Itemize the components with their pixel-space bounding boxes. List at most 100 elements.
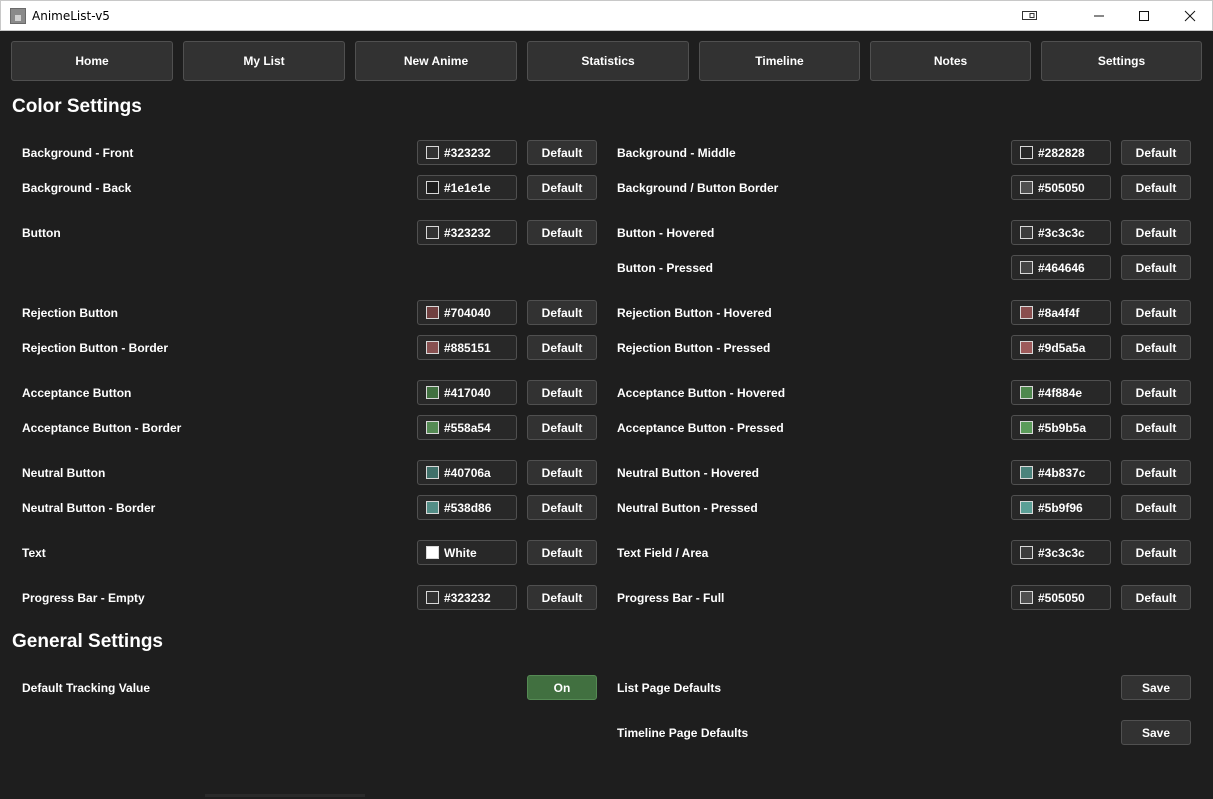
background-button-border-swatch [1020, 181, 1033, 194]
neutral-button-pressed-color-picker[interactable]: #5b9f96 [1011, 495, 1111, 520]
rejection-button-pressed-color-picker[interactable]: #9d5a5a [1011, 335, 1111, 360]
tracking-toggle-button[interactable]: On [527, 675, 597, 700]
acceptance-button-border-default-button[interactable]: Default [527, 415, 597, 440]
button-default-button[interactable]: Default [527, 220, 597, 245]
acceptance-button-hovered-default-button[interactable]: Default [1121, 380, 1191, 405]
text-default-button[interactable]: Default [527, 540, 597, 565]
background-front-label: Background - Front [22, 146, 134, 160]
general-settings-title: General Settings [12, 631, 163, 652]
rejection-button-hovered-swatch [1020, 306, 1033, 319]
acceptance-button-pressed-color-picker[interactable]: #5b9b5a [1011, 415, 1111, 440]
neutral-button-border-label: Neutral Button - Border [22, 501, 156, 515]
neutral-button-pressed-swatch [1020, 501, 1033, 514]
rejection-button-border-label: Rejection Button - Border [22, 341, 168, 355]
neutral-button-hovered-default-button[interactable]: Default [1121, 460, 1191, 485]
acceptance-button-border-label: Acceptance Button - Border [22, 421, 182, 435]
background-front-color-picker[interactable]: #323232 [417, 140, 517, 165]
neutral-button-border-swatch [426, 501, 439, 514]
acceptance-button-default-button[interactable]: Default [527, 380, 597, 405]
button-swatch [426, 226, 439, 239]
acceptance-button-pressed-value: #5b9b5a [1038, 420, 1087, 435]
text-field-area-label: Text Field / Area [617, 546, 709, 560]
background-back-default-button[interactable]: Default [527, 175, 597, 200]
acceptance-button-swatch [426, 386, 439, 399]
button-hovered-value: #3c3c3c [1038, 225, 1085, 240]
rejection-button-hovered-default-button[interactable]: Default [1121, 300, 1191, 325]
progress-bar-full-color-picker[interactable]: #505050 [1011, 585, 1111, 610]
maximize-button[interactable] [1121, 1, 1167, 31]
acceptance-button-pressed-swatch [1020, 421, 1033, 434]
rejection-button-border-color-picker[interactable]: #885151 [417, 335, 517, 360]
button-hovered-label: Button - Hovered [617, 226, 715, 240]
tracking-label: Default Tracking Value [22, 681, 151, 695]
button-value: #323232 [444, 225, 491, 240]
nav-notes-button[interactable]: Notes [870, 41, 1031, 81]
button-pressed-swatch [1020, 261, 1033, 274]
background-button-border-default-button[interactable]: Default [1121, 175, 1191, 200]
progress-bar-empty-swatch [426, 591, 439, 604]
rejection-button-border-value: #885151 [444, 340, 491, 355]
minimize-button[interactable] [1076, 1, 1122, 31]
list-defaults-save-button[interactable]: Save [1121, 675, 1191, 700]
background-button-border-label: Background / Button Border [617, 181, 779, 195]
timeline-defaults-save-button[interactable]: Save [1121, 720, 1191, 745]
button-pressed-label: Button - Pressed [617, 261, 714, 275]
background-middle-label: Background - Middle [617, 146, 736, 160]
neutral-button-border-value: #538d86 [444, 500, 492, 515]
text-color-picker[interactable]: White [417, 540, 517, 565]
rejection-button-pressed-default-button[interactable]: Default [1121, 335, 1191, 360]
background-back-value: #1e1e1e [444, 180, 491, 195]
neutral-button-border-color-picker[interactable]: #538d86 [417, 495, 517, 520]
rejection-button-border-default-button[interactable]: Default [527, 335, 597, 360]
nav-statistics-button[interactable]: Statistics [527, 41, 689, 81]
nav-timeline-button[interactable]: Timeline [699, 41, 860, 81]
nav-settings-button[interactable]: Settings [1041, 41, 1202, 81]
button-pressed-default-button[interactable]: Default [1121, 255, 1191, 280]
rejection-button-default-button[interactable]: Default [527, 300, 597, 325]
progress-bar-full-default-button[interactable]: Default [1121, 585, 1191, 610]
neutral-button-swatch [426, 466, 439, 479]
neutral-button-border-default-button[interactable]: Default [527, 495, 597, 520]
acceptance-button-hovered-color-picker[interactable]: #4f884e [1011, 380, 1111, 405]
text-field-area-default-button[interactable]: Default [1121, 540, 1191, 565]
background-middle-default-button[interactable]: Default [1121, 140, 1191, 165]
background-middle-value: #282828 [1038, 145, 1085, 160]
progress-bar-empty-color-picker[interactable]: #323232 [417, 585, 517, 610]
neutral-button-hovered-color-picker[interactable]: #4b837c [1011, 460, 1111, 485]
acceptance-button-border-color-picker[interactable]: #558a54 [417, 415, 517, 440]
background-middle-color-picker[interactable]: #282828 [1011, 140, 1111, 165]
acceptance-button-value: #417040 [444, 385, 491, 400]
text-swatch [426, 546, 439, 559]
nav-my-list-button[interactable]: My List [183, 41, 345, 81]
rejection-button-hovered-value: #8a4f4f [1038, 305, 1080, 320]
background-button-border-value: #505050 [1038, 180, 1085, 195]
neutral-button-pressed-default-button[interactable]: Default [1121, 495, 1191, 520]
list-defaults-label: List Page Defaults [617, 681, 722, 695]
nav-home-button[interactable]: Home [11, 41, 173, 81]
snap-layout-icon[interactable] [1007, 1, 1053, 31]
background-button-border-color-picker[interactable]: #505050 [1011, 175, 1111, 200]
button-pressed-color-picker[interactable]: #464646 [1011, 255, 1111, 280]
rejection-button-border-swatch [426, 341, 439, 354]
rejection-button-color-picker[interactable]: #704040 [417, 300, 517, 325]
rejection-button-value: #704040 [444, 305, 491, 320]
acceptance-button-color-picker[interactable]: #417040 [417, 380, 517, 405]
button-color-picker[interactable]: #323232 [417, 220, 517, 245]
background-front-default-button[interactable]: Default [527, 140, 597, 165]
app-icon [10, 8, 26, 24]
background-back-color-picker[interactable]: #1e1e1e [417, 175, 517, 200]
close-button[interactable] [1167, 1, 1213, 31]
button-hovered-color-picker[interactable]: #3c3c3c [1011, 220, 1111, 245]
rejection-button-hovered-color-picker[interactable]: #8a4f4f [1011, 300, 1111, 325]
acceptance-button-pressed-default-button[interactable]: Default [1121, 415, 1191, 440]
timeline-defaults-label: Timeline Page Defaults [617, 726, 749, 740]
button-hovered-default-button[interactable]: Default [1121, 220, 1191, 245]
background-front-swatch [426, 146, 439, 159]
progress-bar-full-value: #505050 [1038, 590, 1085, 605]
progress-bar-empty-default-button[interactable]: Default [527, 585, 597, 610]
text-field-area-color-picker[interactable]: #3c3c3c [1011, 540, 1111, 565]
background-front-value: #323232 [444, 145, 491, 160]
neutral-button-default-button[interactable]: Default [527, 460, 597, 485]
neutral-button-color-picker[interactable]: #40706a [417, 460, 517, 485]
nav-new-anime-button[interactable]: New Anime [355, 41, 517, 81]
